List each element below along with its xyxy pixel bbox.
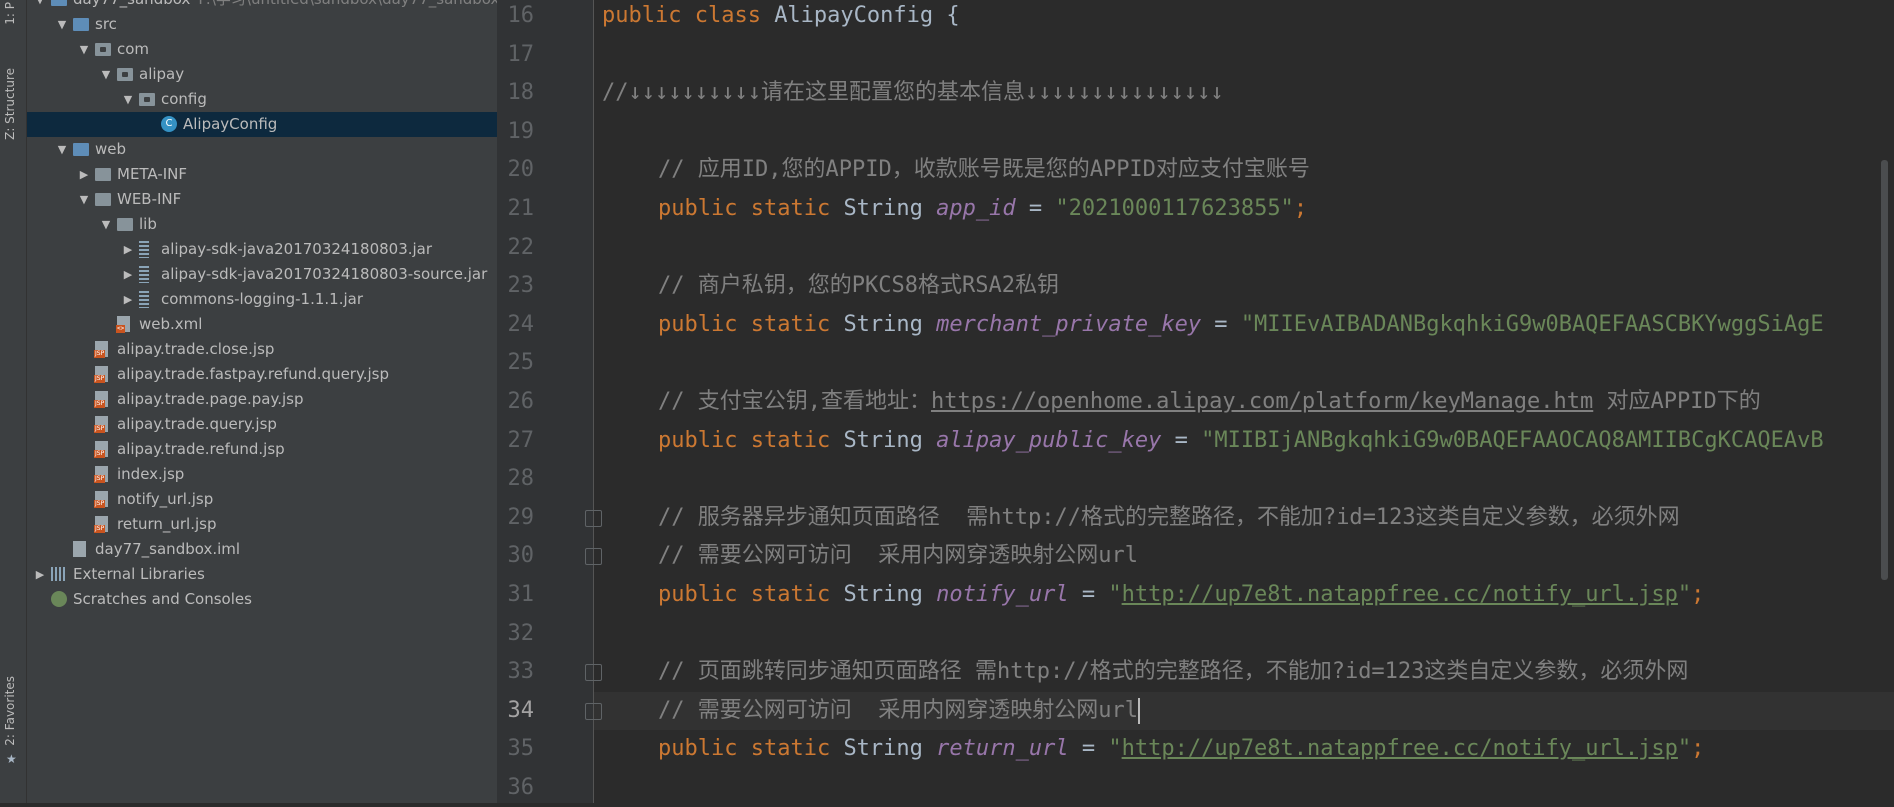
code-token: public static — [658, 428, 844, 453]
code-token: String — [843, 196, 937, 221]
line-number: 31 — [507, 582, 535, 607]
code-token: alipay_public_key — [936, 428, 1162, 453]
code-token: // 应用ID,您的APPID，收款账号既是您的APPID对应支付宝账号 — [658, 157, 1310, 182]
line-number: 34 — [507, 698, 535, 723]
code-line: public class AlipayConfig { — [602, 0, 960, 35]
code-token: public static — [658, 312, 844, 337]
code-token: "MIIBIjANBgkqhkiG9w0BAQEFAAOCAQ8AMIIBCgK… — [1201, 428, 1824, 453]
code-token: AlipayConfig — [774, 3, 934, 28]
line-number: 21 — [507, 196, 535, 221]
code-line: // 服务器异步通知页面路径 需http://格式的完整路径，不能加?id=12… — [658, 499, 1680, 537]
code-line: public static String alipay_public_key =… — [658, 422, 1824, 460]
code-token: // 需要公网可访问 采用内网穿透映射公网url — [658, 543, 1138, 568]
code-token: // 服务器异步通知页面路径 需http://格式的完整路径，不能加?id=12… — [658, 505, 1680, 530]
line-number: 33 — [507, 659, 535, 684]
code-token: // 页面跳转同步通知页面路径 需http://格式的完整路径，不能加?id=1… — [658, 659, 1689, 684]
code-editor[interactable]: public class AlipayConfig { //↓↓↓↓↓↓↓↓↓↓请… — [594, 0, 1894, 803]
code-token: " — [1677, 736, 1692, 761]
code-token: = — [1068, 736, 1109, 761]
line-number: 28 — [507, 466, 535, 491]
code-token: 对应APPID下的 — [1593, 389, 1761, 414]
code-token: String — [843, 312, 937, 337]
code-line: public static String notify_url = "http:… — [658, 576, 1704, 614]
line-number: 27 — [507, 428, 535, 453]
code-token: ; — [1293, 196, 1308, 221]
line-number: 16 — [507, 3, 535, 28]
code-token: public class — [602, 3, 775, 28]
code-token: { — [933, 3, 960, 28]
line-number: 32 — [507, 621, 535, 646]
line-number: 25 — [507, 350, 535, 375]
code-token: app_id — [936, 196, 1016, 221]
text-caret — [1137, 698, 1140, 724]
line-number: 22 — [507, 235, 535, 260]
code-token: public static — [658, 196, 844, 221]
line-number: 18 — [507, 80, 535, 105]
line-number: 30 — [507, 543, 535, 568]
code-token: String — [843, 428, 937, 453]
code-token: " — [1677, 582, 1692, 607]
line-number: 23 — [507, 273, 535, 298]
code-line: public static String app_id = "202100011… — [658, 190, 1307, 228]
line-number: 24 — [507, 312, 535, 337]
code-token: //↓↓↓↓↓↓↓↓↓↓请在这里配置您的基本信息↓↓↓↓↓↓↓↓↓↓↓↓↓↓↓ — [602, 80, 1224, 105]
line-number: 17 — [507, 42, 535, 67]
fold-marker-icon[interactable] — [585, 510, 602, 527]
code-token: " — [1108, 582, 1122, 607]
code-token: public static — [658, 582, 844, 607]
code-token: String — [843, 736, 937, 761]
editor-scrollbar[interactable] — [1881, 160, 1888, 580]
code-line: // 需要公网可访问 采用内网穿透映射公网url — [658, 692, 1140, 730]
code-line: // 支付宝公钥,查看地址：https://openhome.alipay.co… — [658, 383, 1761, 421]
code-token: = — [1015, 196, 1056, 221]
code-token: = — [1161, 428, 1202, 453]
code-line: // 页面跳转同步通知页面路径 需http://格式的完整路径，不能加?id=1… — [658, 653, 1688, 691]
code-token: " — [1108, 736, 1122, 761]
code-token: "MIIEvAIBADANBgkqhkiG9w0BAQEFAASCBKYwggS… — [1240, 312, 1824, 337]
code-line: //↓↓↓↓↓↓↓↓↓↓请在这里配置您的基本信息↓↓↓↓↓↓↓↓↓↓↓↓↓↓↓ — [602, 74, 1224, 112]
line-number: 19 — [507, 119, 535, 144]
code-token: public static — [658, 736, 844, 761]
fold-marker-icon[interactable] — [585, 548, 602, 565]
code-line: public static String merchant_private_ke… — [658, 306, 1824, 344]
code-token: ; — [1691, 582, 1705, 607]
code-token: // 支付宝公钥,查看地址： — [658, 389, 931, 414]
code-token: "2021000117623855" — [1055, 196, 1294, 221]
code-line: // 商户私钥，您的PKCS8格式RSA2私钥 — [658, 267, 1059, 305]
code-token: notify_url — [936, 582, 1069, 607]
code-token: http://up7e8t.natappfree.cc/notify_url.j… — [1121, 582, 1678, 607]
code-token: = — [1068, 582, 1109, 607]
code-token: return_url — [936, 736, 1069, 761]
code-line: // 需要公网可访问 采用内网穿透映射公网url — [658, 537, 1138, 575]
code-token: https://openhome.alipay.com/platform/key… — [930, 389, 1594, 414]
fold-marker-icon[interactable] — [585, 664, 602, 681]
fold-marker-icon[interactable] — [585, 703, 602, 720]
line-number: 35 — [507, 736, 535, 761]
code-token: String — [843, 582, 937, 607]
code-token: ; — [1691, 736, 1705, 761]
line-number: 26 — [507, 389, 535, 414]
code-token: // 商户私钥，您的PKCS8格式RSA2私钥 — [658, 273, 1059, 298]
code-token: merchant_private_key — [936, 312, 1202, 337]
line-number: 20 — [507, 157, 535, 182]
line-number: 29 — [507, 505, 535, 530]
line-number: 36 — [507, 775, 535, 800]
code-token: = — [1201, 312, 1241, 337]
code-token: http://up7e8t.natappfree.cc/notify_url.j… — [1121, 736, 1678, 761]
code-line: public static String return_url = "http:… — [658, 730, 1704, 768]
code-token: // 需要公网可访问 采用内网穿透映射公网url — [658, 698, 1138, 723]
code-line: // 应用ID,您的APPID，收款账号既是您的APPID对应支付宝账号 — [658, 151, 1310, 189]
